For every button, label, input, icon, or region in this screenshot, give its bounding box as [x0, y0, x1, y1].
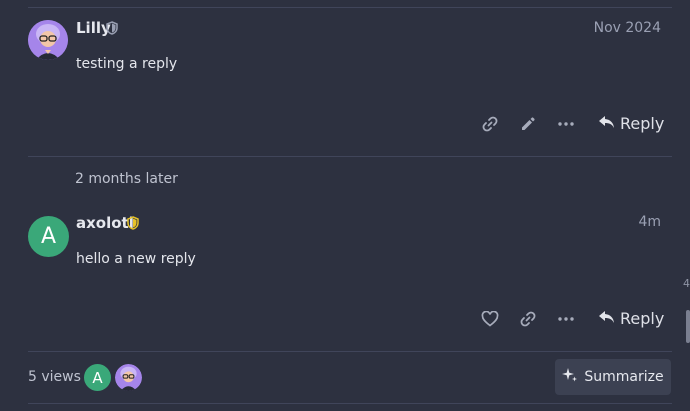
- post-body: hello a new reply: [76, 251, 196, 267]
- shield-icon: [127, 215, 139, 234]
- shield-icon: [106, 20, 118, 39]
- participant-avatar-lilly[interactable]: [115, 364, 142, 391]
- post-username[interactable]: axolotl: [76, 214, 134, 232]
- avatar-letter: A: [40, 224, 57, 249]
- scrollbar-thumb[interactable]: [686, 310, 690, 343]
- post-date[interactable]: 4m: [638, 214, 661, 230]
- more-options-icon[interactable]: [556, 309, 576, 329]
- link-icon[interactable]: [480, 114, 500, 134]
- post-body: testing a reply: [76, 56, 178, 72]
- post-date[interactable]: Nov 2024: [594, 20, 661, 36]
- views-count: 5 views: [28, 369, 81, 385]
- like-heart-icon[interactable]: [480, 309, 500, 329]
- reply-arrow-icon: [598, 309, 615, 328]
- time-gap-label: 2 months later: [75, 171, 178, 187]
- avatar-lilly[interactable]: [28, 20, 68, 60]
- reply-label: Reply: [620, 114, 665, 133]
- reply-label: Reply: [620, 309, 665, 328]
- participant-avatar-axolotl[interactable]: A: [84, 364, 111, 391]
- summarize-label: Summarize: [584, 369, 664, 385]
- top-divider: [28, 7, 672, 8]
- reply-arrow-icon: [598, 114, 615, 133]
- avatar-axolotl[interactable]: A: [28, 216, 69, 257]
- timeline-edge-text: 4: [683, 277, 690, 290]
- avatar-letter: A: [92, 368, 103, 387]
- reply-button[interactable]: Reply: [598, 309, 664, 328]
- sparkle-icon: [562, 367, 578, 387]
- reply-button[interactable]: Reply: [598, 114, 664, 133]
- edit-pencil-icon[interactable]: [518, 114, 538, 134]
- post-divider: [28, 156, 672, 157]
- summarize-button[interactable]: Summarize: [555, 359, 671, 395]
- footer-divider: [28, 351, 672, 352]
- bottom-divider: [28, 403, 672, 404]
- more-options-icon[interactable]: [556, 114, 576, 134]
- link-icon[interactable]: [518, 309, 538, 329]
